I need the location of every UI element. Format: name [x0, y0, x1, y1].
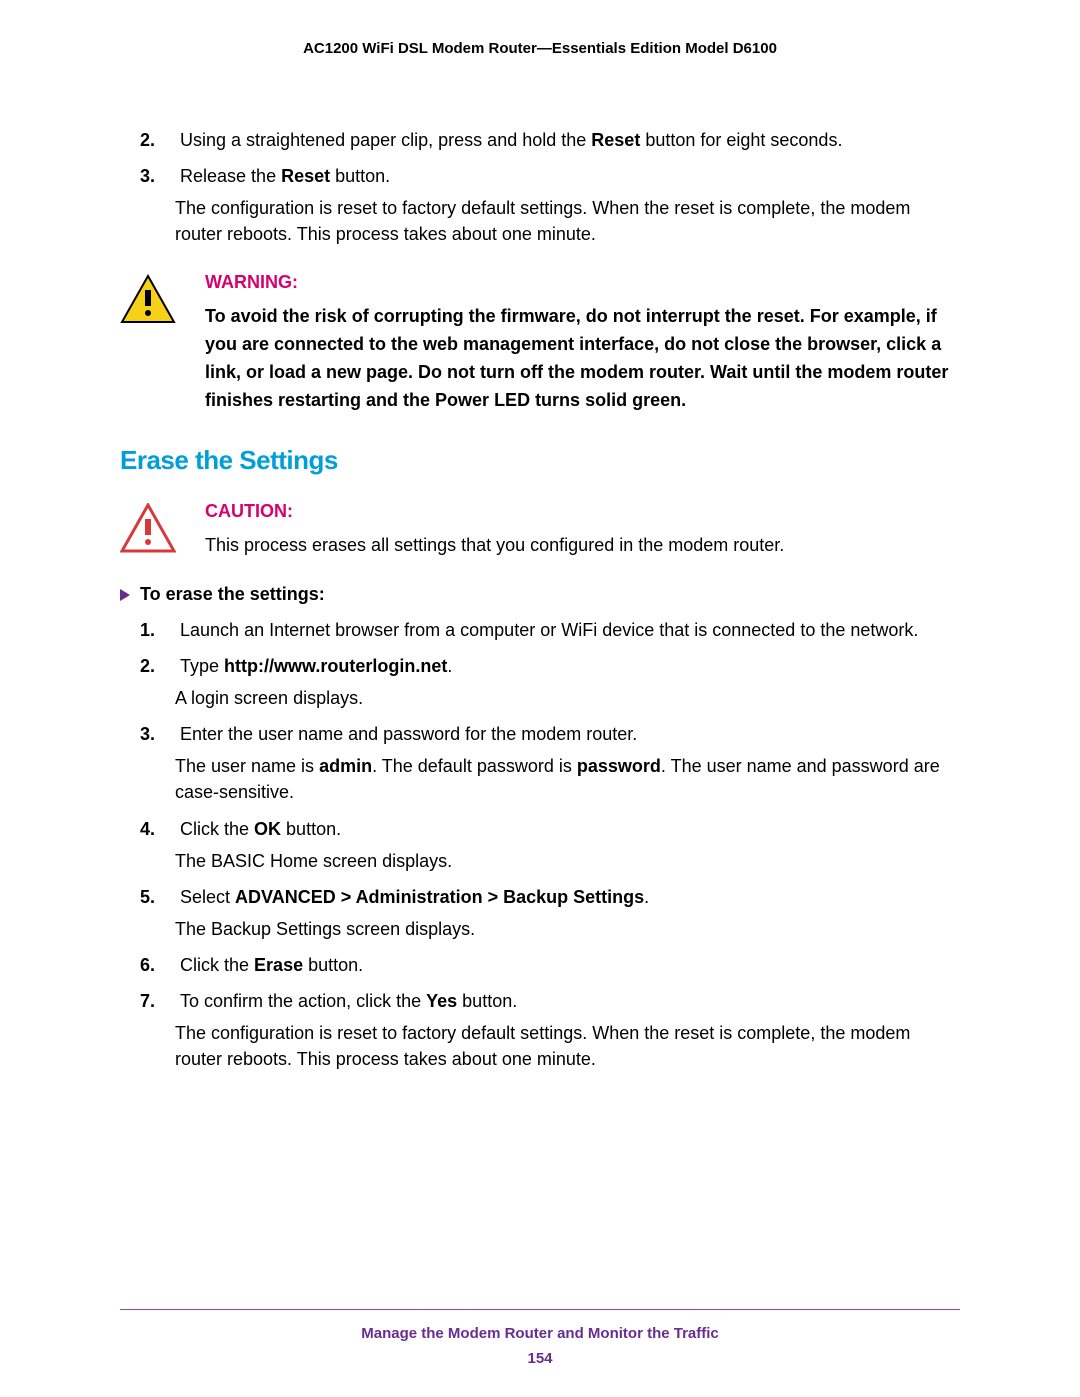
step-1: 1. Launch an Internet browser from a com… [140, 617, 960, 643]
erase-step-list: 1. Launch an Internet browser from a com… [140, 617, 960, 1072]
step-number: 2. [140, 653, 175, 679]
chevron-icon [120, 589, 130, 601]
top-step-list: 2. Using a straightened paper clip, pres… [140, 127, 960, 247]
step-text: Release the Reset button. [180, 163, 960, 189]
step-text: Using a straightened paper clip, press a… [180, 127, 960, 153]
task-title: To erase the settings: [120, 584, 960, 605]
step-3: 3. Enter the user name and password for … [140, 721, 960, 805]
step-text: Click the OK button. [180, 816, 960, 842]
step-text: Type http://www.routerlogin.net. [180, 653, 960, 679]
step-number: 7. [140, 988, 175, 1014]
caution-title: CAUTION: [205, 501, 960, 522]
warning-text: To avoid the risk of corrupting the firm… [205, 303, 960, 415]
step-number: 1. [140, 617, 175, 643]
step-number: 2. [140, 127, 175, 153]
document-header: AC1200 WiFi DSL Modem Router—Essentials … [120, 40, 960, 57]
step-number: 6. [140, 952, 175, 978]
document-page: AC1200 WiFi DSL Modem Router—Essentials … [0, 0, 1080, 1397]
step-number: 5. [140, 884, 175, 910]
step-number: 3. [140, 163, 175, 189]
warning-icon [120, 272, 180, 329]
warning-title: WARNING: [205, 272, 960, 293]
footer-page-number: 154 [120, 1350, 960, 1367]
step-3: 3. Release the Reset button. The configu… [140, 163, 960, 247]
step-result: The user name is admin. The default pass… [175, 753, 960, 805]
step-number: 4. [140, 816, 175, 842]
step-2: 2. Type http://www.routerlogin.net. A lo… [140, 653, 960, 711]
step-text: To confirm the action, click the Yes but… [180, 988, 960, 1014]
step-result: The Backup Settings screen displays. [175, 916, 960, 942]
step-result: A login screen displays. [175, 685, 960, 711]
footer-rule [120, 1309, 960, 1310]
step-7: 7. To confirm the action, click the Yes … [140, 988, 960, 1072]
caution-body: CAUTION: This process erases all setting… [205, 501, 960, 559]
step-number: 3. [140, 721, 175, 747]
step-2: 2. Using a straightened paper clip, pres… [140, 127, 960, 153]
step-5: 5. Select ADVANCED > Administration > Ba… [140, 884, 960, 942]
step-result: The configuration is reset to factory de… [175, 1020, 960, 1072]
caution-box: CAUTION: This process erases all setting… [120, 501, 960, 559]
footer-title: Manage the Modem Router and Monitor the … [120, 1325, 960, 1342]
step-result: The BASIC Home screen displays. [175, 848, 960, 874]
step-text: Enter the user name and password for the… [180, 721, 960, 747]
step-result: The configuration is reset to factory de… [175, 195, 960, 247]
step-6: 6. Click the Erase button. [140, 952, 960, 978]
step-text: Select ADVANCED > Administration > Backu… [180, 884, 960, 910]
warning-box: WARNING: To avoid the risk of corrupting… [120, 272, 960, 415]
caution-text: This process erases all settings that yo… [205, 532, 960, 559]
section-title: Erase the Settings [120, 445, 960, 476]
warning-body: WARNING: To avoid the risk of corrupting… [205, 272, 960, 415]
step-4: 4. Click the OK button. The BASIC Home s… [140, 816, 960, 874]
step-text: Launch an Internet browser from a comput… [180, 617, 960, 643]
page-footer: Manage the Modem Router and Monitor the … [120, 1309, 960, 1367]
step-text: Click the Erase button. [180, 952, 960, 978]
caution-icon [120, 501, 180, 558]
